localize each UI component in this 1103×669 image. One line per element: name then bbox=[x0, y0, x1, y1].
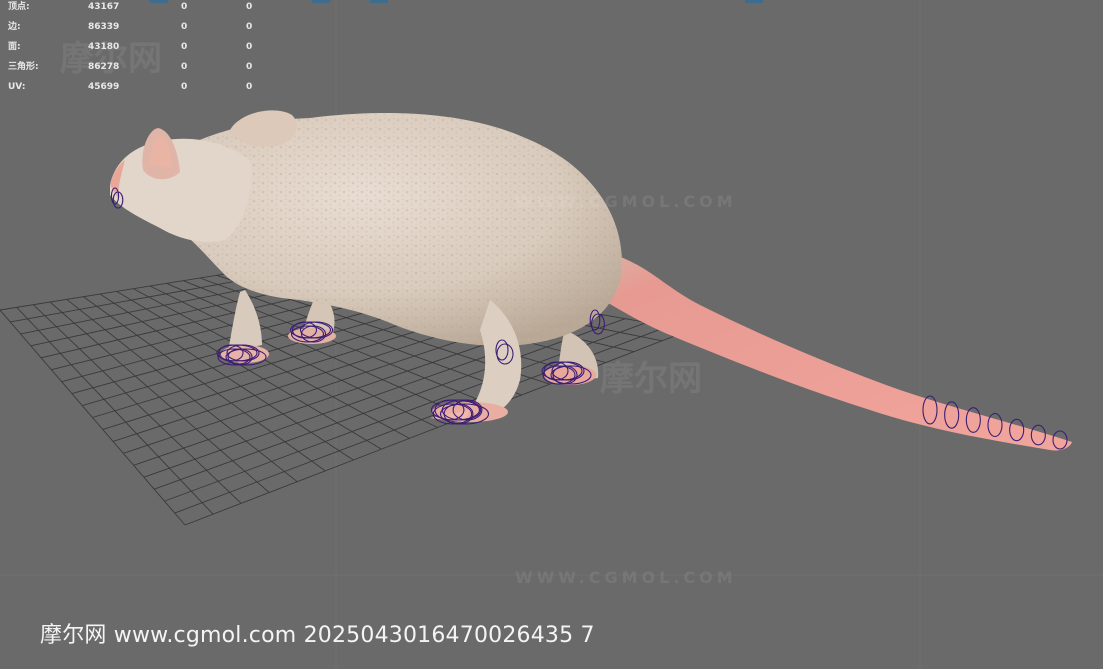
hud-selected-alt: 0 bbox=[246, 42, 253, 52]
hud-label: UV: bbox=[8, 82, 26, 92]
hud-selected: 0 bbox=[181, 2, 188, 12]
hud-label: 顶点: bbox=[8, 2, 30, 12]
poly-count-hud: 顶点: 43167 0 0 边: 86339 0 0 面: 43180 0 0 … bbox=[8, 0, 268, 100]
hud-label: 边: bbox=[8, 22, 21, 32]
hud-total: 45699 bbox=[88, 82, 120, 92]
watermark-url: WWW.CGMOL.COM bbox=[515, 568, 737, 587]
hud-selected-alt: 0 bbox=[246, 82, 253, 92]
grid-line bbox=[154, 318, 626, 490]
image-caption: 摩尔网 www.cgmol.com 2025043016470026435 7 bbox=[40, 623, 595, 648]
hud-label: 三角形: bbox=[8, 62, 39, 72]
hud-row-uvs: UV: 45699 0 0 bbox=[8, 80, 268, 100]
hud-selected-alt: 0 bbox=[246, 62, 253, 72]
watermark-brand: 摩尔网 bbox=[600, 359, 702, 399]
hud-selected: 0 bbox=[181, 82, 188, 92]
hud-total: 43167 bbox=[88, 2, 120, 12]
rat-model-scene[interactable]: WWW.CGMOL.COM WWW.CGMOL.COM 摩尔网 摩尔网 bbox=[0, 0, 1103, 669]
hud-selected: 0 bbox=[181, 62, 188, 72]
hud-row-faces: 面: 43180 0 0 bbox=[8, 40, 268, 60]
hud-total: 43180 bbox=[88, 42, 120, 52]
hud-row-triangles: 三角形: 86278 0 0 bbox=[8, 60, 268, 80]
watermark-url: WWW.CGMOL.COM bbox=[515, 192, 737, 211]
hud-selected: 0 bbox=[181, 42, 188, 52]
hud-total: 86339 bbox=[88, 22, 120, 32]
hud-selected-alt: 0 bbox=[246, 2, 253, 12]
hud-label: 面: bbox=[8, 42, 21, 52]
hud-row-edges: 边: 86339 0 0 bbox=[8, 20, 268, 40]
hud-row-vertices: 顶点: 43167 0 0 bbox=[8, 0, 268, 20]
hud-selected-alt: 0 bbox=[246, 22, 253, 32]
hud-selected: 0 bbox=[181, 22, 188, 32]
rat-tail bbox=[585, 250, 1072, 451]
hud-total: 86278 bbox=[88, 62, 120, 72]
3d-viewport[interactable]: WWW.CGMOL.COM WWW.CGMOL.COM 摩尔网 摩尔网 顶点: … bbox=[0, 0, 1103, 669]
